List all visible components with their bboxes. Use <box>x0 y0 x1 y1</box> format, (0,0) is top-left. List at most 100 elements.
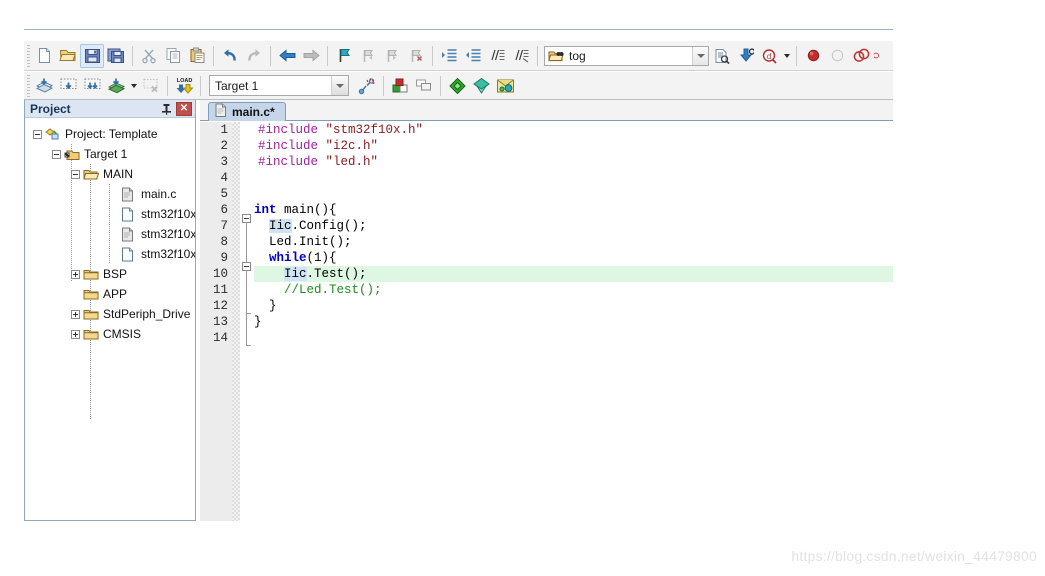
tree-item-file[interactable]: stm32f10x_ <box>25 204 195 224</box>
expander-plus-icon[interactable] <box>71 329 80 339</box>
comment-lines-icon[interactable] <box>485 44 509 68</box>
breakpoint-disable-all-icon[interactable] <box>849 44 873 68</box>
bookmark-clear-icon[interactable] <box>404 44 428 68</box>
tree-item-target[interactable]: Target 1 <box>25 144 195 164</box>
tree-item-file[interactable]: stm32f10x_i <box>25 244 195 264</box>
line-text: Led.Init(); <box>254 235 352 249</box>
menu-bar-rule <box>24 29 893 30</box>
multi-project-icon[interactable] <box>412 74 436 98</box>
tree-item-file[interactable]: stm32f10x_i <box>25 224 195 244</box>
build-toolbar: LOAD Target 1 <box>24 71 893 100</box>
toolbar-grip[interactable] <box>24 41 32 70</box>
line-text: #include "stm32f10x.h" <box>258 123 424 137</box>
expander-minus-icon[interactable] <box>33 129 42 139</box>
tree-item-group-cmsis[interactable]: CMSIS <box>25 324 195 344</box>
browse-symbol-icon[interactable]: d <box>757 44 781 68</box>
find-input-value[interactable]: tog <box>567 47 692 65</box>
line-number: 3 <box>220 155 228 169</box>
breakpoint-kill-all-icon[interactable] <box>873 44 883 68</box>
toolbar-separator <box>796 45 797 66</box>
code-line: 10 Iic.Test(); <box>200 266 893 282</box>
build-target-icon[interactable] <box>56 74 80 98</box>
save-icon[interactable] <box>80 43 104 68</box>
c-file-icon <box>215 103 227 122</box>
tree-item-label: BSP <box>103 267 128 281</box>
tree-connector-dot <box>109 244 118 264</box>
tree-item-label: stm32f10x_i <box>141 247 195 261</box>
translate-file-icon[interactable] <box>32 74 56 98</box>
tree-item-project[interactable]: Project: Template <box>25 124 195 144</box>
configure-flash-icon[interactable] <box>493 74 517 98</box>
toolbar-separator <box>270 45 271 66</box>
rebuild-all-icon[interactable] <box>80 74 104 98</box>
download-icon[interactable]: LOAD <box>172 74 196 98</box>
tree-item-label: main.c <box>141 187 177 201</box>
project-panel: Project ✕ Project: Template Target 1 MAI… <box>24 100 196 521</box>
manage-project-items-icon[interactable] <box>388 74 412 98</box>
navigate-back-icon[interactable] <box>275 44 299 68</box>
batch-build-caret-icon[interactable] <box>128 74 139 98</box>
open-file-icon[interactable] <box>56 44 80 68</box>
find-in-files-icon <box>545 49 567 63</box>
redo-icon[interactable] <box>242 44 266 68</box>
close-icon[interactable]: ✕ <box>176 101 192 116</box>
chevron-down-icon[interactable] <box>331 76 348 95</box>
code-line: 12 } <box>200 298 893 314</box>
navigate-forward-icon[interactable] <box>299 44 323 68</box>
target-select[interactable]: Target 1 <box>209 75 349 96</box>
copy-icon[interactable] <box>161 44 185 68</box>
line-number: 10 <box>212 267 228 281</box>
line-number: 11 <box>212 283 228 297</box>
expander-minus-icon[interactable] <box>52 149 61 159</box>
breakpoint-insert-icon[interactable] <box>801 44 825 68</box>
find-combo-box[interactable]: tog <box>544 45 709 66</box>
line-number: 1 <box>220 123 228 137</box>
expander-plus-icon[interactable] <box>71 269 80 279</box>
bookmark-next-icon[interactable] <box>380 44 404 68</box>
toolbar-separator <box>200 75 201 96</box>
cut-icon[interactable] <box>137 44 161 68</box>
tree-item-label: StdPeriph_Drive <box>103 307 191 321</box>
manage-rte-icon[interactable] <box>469 74 493 98</box>
tree-item-group-stdperiph[interactable]: StdPeriph_Drive <box>25 304 195 324</box>
tree-item-group-bsp[interactable]: BSP <box>25 264 195 284</box>
chevron-down-icon[interactable] <box>692 46 708 65</box>
batch-build-icon[interactable] <box>104 74 128 98</box>
menu-bar-sliver <box>0 0 893 30</box>
code-editor[interactable]: 1 #include "stm32f10x.h" 2 #include "i2c… <box>200 121 893 521</box>
uncomment-lines-icon[interactable] <box>509 44 533 68</box>
toolbar-separator <box>167 75 168 96</box>
bookmark-toggle-icon[interactable] <box>332 44 356 68</box>
goto-definition-icon[interactable] <box>733 44 757 68</box>
project-tree: Project: Template Target 1 MAIN main.c s… <box>25 118 195 519</box>
pack-installer-icon[interactable] <box>445 74 469 98</box>
find-in-files-list-icon[interactable] <box>709 44 733 68</box>
paste-icon[interactable] <box>185 44 209 68</box>
bookmark-prev-icon[interactable] <box>356 44 380 68</box>
tree-item-label: Project: Template <box>65 127 158 141</box>
code-line: 5 <box>200 186 893 202</box>
stop-build-icon[interactable] <box>139 74 163 98</box>
pin-icon[interactable] <box>158 101 174 117</box>
breakpoint-disable-icon[interactable] <box>825 44 849 68</box>
tree-item-group-app[interactable]: APP <box>25 284 195 304</box>
indent-increase-icon[interactable] <box>437 44 461 68</box>
toolbar-grip[interactable] <box>24 72 32 99</box>
save-all-icon[interactable] <box>104 44 128 68</box>
toolbar-separator <box>213 45 214 66</box>
tab-main-c[interactable]: main.c* <box>208 102 286 121</box>
project-icon <box>45 126 61 142</box>
target-options-icon[interactable] <box>355 74 379 98</box>
tree-item-file-main-c[interactable]: main.c <box>25 184 195 204</box>
target-icon <box>64 146 80 162</box>
tree-item-group-main[interactable]: MAIN <box>25 164 195 184</box>
line-text: Iic.Test(); <box>284 267 367 281</box>
new-file-icon[interactable] <box>32 44 56 68</box>
expander-minus-icon[interactable] <box>71 169 80 179</box>
browse-symbol-caret-icon[interactable] <box>781 44 792 68</box>
main-toolbar: tog d <box>24 40 893 71</box>
expander-plus-icon[interactable] <box>71 309 80 319</box>
indent-decrease-icon[interactable] <box>461 44 485 68</box>
line-number: 9 <box>220 251 228 265</box>
undo-icon[interactable] <box>218 44 242 68</box>
